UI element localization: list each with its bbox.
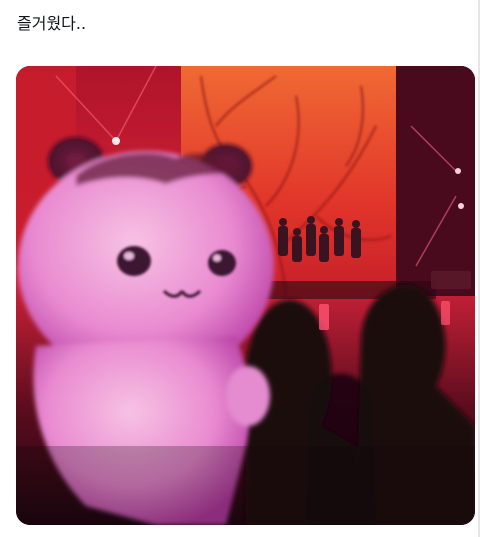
post-text: 즐거웠다.. bbox=[17, 14, 87, 33]
post-photo[interactable] bbox=[16, 66, 475, 525]
concert-image bbox=[16, 66, 475, 525]
